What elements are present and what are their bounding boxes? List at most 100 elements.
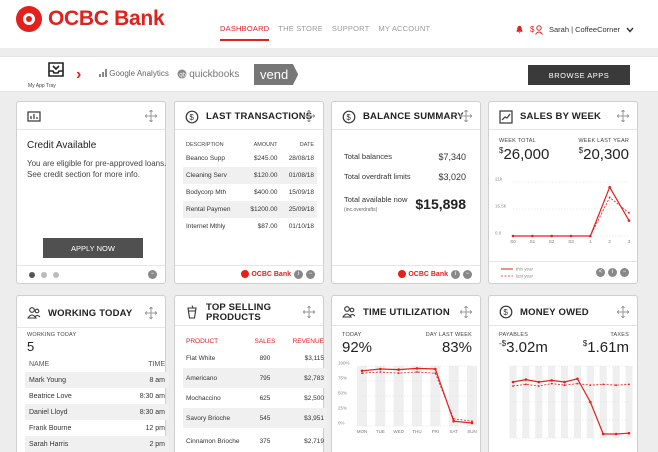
list-item[interactable]: Daniel Lloyd 8:30 am [25, 404, 169, 420]
product-revenue: $3,951 [304, 414, 324, 422]
quickbooks-label: quickbooks [189, 69, 240, 80]
remove-icon[interactable]: − [620, 268, 629, 277]
card-title: TIME UTILIZATION [363, 307, 450, 318]
carousel-dot[interactable] [53, 272, 59, 278]
cell-description: Bodycorp Mth [186, 189, 227, 196]
move-icon[interactable] [145, 307, 157, 319]
move-icon[interactable] [303, 110, 315, 122]
move-icon[interactable] [617, 306, 629, 318]
table-row[interactable]: Mochaccino 625 $2,500 [183, 388, 327, 408]
browse-apps-button[interactable]: BROWSE APPS [528, 65, 630, 85]
y-tick-label: 0.0 [495, 231, 502, 236]
table-row[interactable]: Cleaning Serv $120.00 01/08/18 [183, 167, 317, 184]
app-tray-label: My App Tray [28, 83, 56, 89]
remove-icon[interactable]: − [148, 270, 157, 279]
card-title: WORKING TODAY [48, 308, 133, 319]
remove-icon[interactable]: − [463, 270, 472, 279]
move-icon[interactable] [303, 306, 315, 318]
table-row[interactable]: Flat White 890 $3,115 [183, 348, 327, 368]
info-icon[interactable]: i [451, 270, 460, 279]
list-item[interactable]: Mark Young 8 am [25, 372, 169, 388]
table-header-row: PRODUCT SALES REVENUE [183, 334, 327, 348]
table-row[interactable]: Americano 795 $2,783 [183, 368, 327, 388]
table-row[interactable]: Internet Mthly $87.00 01/10/18 [183, 218, 317, 235]
svg-text:$: $ [503, 308, 508, 317]
total-balances-row: Total balances $7,340 [344, 152, 466, 162]
data-point [589, 235, 592, 237]
product-sales: 795 [259, 374, 271, 382]
google-analytics-app[interactable]: Google Analytics [99, 69, 169, 78]
data-point [415, 367, 419, 370]
dollar-circle-icon: $ [499, 305, 513, 319]
info-icon[interactable]: i [294, 270, 303, 279]
apply-now-button[interactable]: APPLY NOW [43, 238, 143, 258]
shift-time: 12 pm [145, 424, 165, 432]
data-point [524, 378, 528, 381]
move-icon[interactable] [460, 306, 472, 318]
ocbc-logo-mark [398, 270, 407, 278]
share-icon[interactable]: < [596, 268, 605, 277]
table-row[interactable]: Rental Paymen $1200.00 25/09/18 [183, 201, 317, 218]
last-week-value: 83% [441, 339, 472, 356]
product-name: Americano [186, 374, 218, 382]
data-point [397, 368, 400, 371]
bell-icon[interactable] [515, 25, 524, 34]
dollar-user-icon[interactable]: $ [530, 24, 543, 35]
cell-description: Internet Mthly [186, 223, 226, 230]
info-icon[interactable]: i [608, 268, 617, 277]
overdraft-label: Total overdraft limits [344, 172, 411, 181]
table-row[interactable]: Bodycorp Mth $400.00 15/09/18 [183, 184, 317, 201]
list-item[interactable]: Beatrice Love 8:30 am [25, 388, 169, 404]
tab-dashboard[interactable]: DASHBOARD [220, 24, 270, 41]
carousel-dot[interactable] [29, 272, 35, 278]
app-tray-button[interactable] [36, 61, 76, 84]
data-point [360, 369, 364, 373]
available-value: $15,898 [415, 196, 466, 212]
employee-name: Sarah Harris [29, 440, 69, 448]
cell-date: 15/09/18 [288, 189, 314, 196]
data-point [434, 372, 437, 375]
table-row[interactable]: Savory Brioche 545 $3,951 [183, 408, 327, 428]
chevron-down-icon[interactable] [626, 27, 634, 33]
line-chart-icon [499, 110, 513, 124]
move-icon[interactable] [460, 110, 472, 122]
table-row[interactable]: Beanco Supp $245.00 28/08/18 [183, 150, 317, 167]
remove-icon[interactable]: − [306, 270, 315, 279]
data-point [512, 235, 514, 237]
data-point [511, 380, 515, 384]
data-point [627, 219, 631, 222]
last-week-label: DAY LAST WEEK [425, 332, 472, 338]
tab-support[interactable]: SUPPORT [332, 24, 370, 41]
quickbooks-app[interactable]: qb quickbooks [177, 69, 239, 80]
sales-legend: this year last year [501, 267, 534, 279]
top-selling-table: PRODUCT SALES REVENUE Flat White 890 $3,115 … [183, 334, 327, 452]
list-item[interactable]: Frank Bourne 12 pm [25, 420, 169, 436]
data-point [361, 372, 363, 375]
user-menu[interactable]: $ Sarah | CoffeeCorner [515, 24, 634, 35]
credit-body: You are eligible for pre-approved loans.… [27, 159, 167, 179]
week-total-amount: 26,000 [503, 146, 550, 163]
cell-amount: $245.00 [253, 155, 278, 162]
data-point [627, 431, 631, 435]
vend-app[interactable]: vend [254, 64, 299, 85]
tab-the-store[interactable]: THE STORE [278, 24, 323, 41]
data-point [550, 382, 553, 385]
legend-label: this year [516, 267, 534, 272]
ocbc-logo[interactable]: OCBC Bank [16, 6, 165, 32]
move-icon[interactable] [145, 110, 157, 122]
card-header: TIME UTILIZATION [332, 296, 480, 326]
shift-time: 8:30 am [139, 408, 165, 416]
tab-my-account[interactable]: MY ACCOUNT [378, 24, 430, 41]
product-name: Cinnamon Brioche [186, 437, 240, 445]
money-owed-card: $ MONEY OWED PAYABLES -$3.02m TAXES $1.6… [488, 295, 638, 452]
brand-name: OCBC Bank [48, 7, 165, 30]
table-row[interactable]: Cinnamon Brioche 375 $2,719 [183, 428, 327, 452]
card-footer: this year last year < i − [489, 261, 637, 283]
carousel-dot[interactable] [41, 272, 47, 278]
move-icon[interactable] [617, 110, 629, 122]
list-item[interactable]: Sarah Harris 2 pm [25, 436, 169, 452]
transactions-table: DESCRIPTION AMOUNT DATE Beanco Supp $245.… [183, 140, 317, 235]
footer-brand-label: OCBC Bank [251, 270, 291, 278]
y-tick-label: 75% [338, 376, 347, 381]
working-list: NAME TIME Mark Young 8 am Beatrice Love 8:3… [25, 356, 169, 452]
